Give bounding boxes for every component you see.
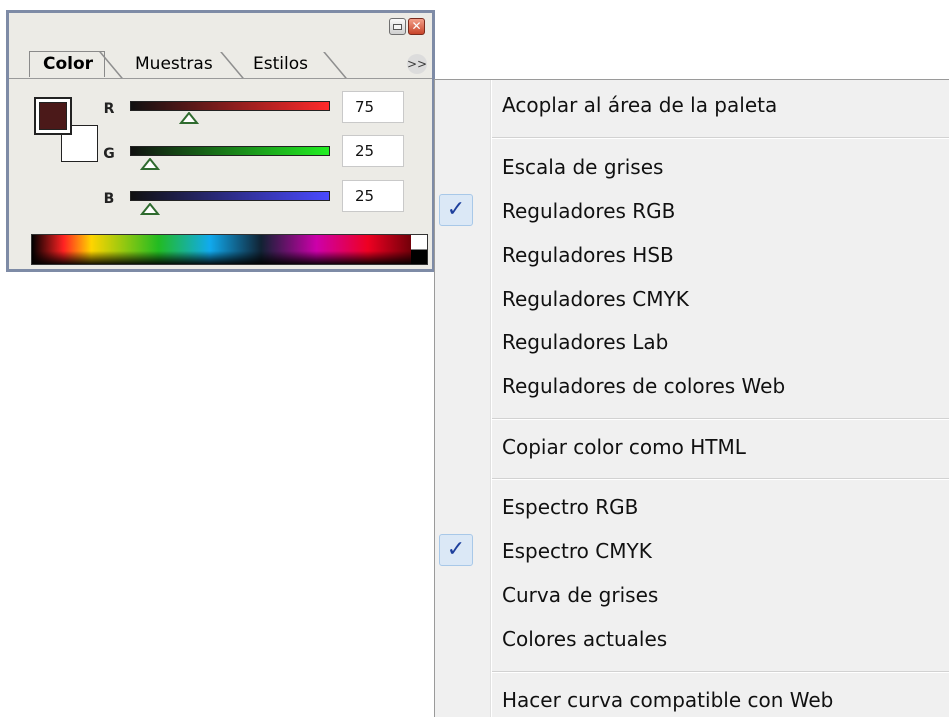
menu-item-label: Espectro CMYK bbox=[502, 539, 652, 563]
color-palette-window: ✕ Color Muestras Estilos >> R 75 G 25 B … bbox=[6, 10, 435, 272]
menu-item-colores-actuales[interactable]: Colores actuales bbox=[435, 619, 949, 659]
palette-options-menu: Acoplar al área de la paleta Escala de gr… bbox=[434, 79, 949, 717]
channel-label-r: R bbox=[103, 101, 115, 117]
double-chevron-right-icon[interactable]: >> bbox=[407, 54, 427, 74]
channel-b-value[interactable]: 25 bbox=[342, 180, 404, 212]
menu-item-label: Colores actuales bbox=[502, 627, 668, 651]
tab-divider bbox=[323, 52, 347, 78]
menu-separator bbox=[492, 671, 949, 673]
menu-separator bbox=[492, 137, 949, 139]
menu-item-copiar-html[interactable]: Copiar color como HTML bbox=[435, 427, 949, 467]
channel-r-value[interactable]: 75 bbox=[342, 91, 404, 123]
white-black-swatch[interactable] bbox=[411, 235, 427, 264]
menu-item-label: Escala de grises bbox=[502, 155, 664, 179]
tab-muestras[interactable]: Muestras bbox=[119, 52, 213, 76]
menu-item-label: Reguladores Lab bbox=[502, 330, 669, 354]
tab-color[interactable]: Color bbox=[29, 51, 105, 77]
menu-item-reguladores-web[interactable]: Reguladores de colores Web bbox=[435, 366, 949, 406]
menu-item-acoplar[interactable]: Acoplar al área de la paleta bbox=[435, 85, 949, 125]
menu-item-reguladores-rgb[interactable]: ✓ Reguladores RGB bbox=[435, 191, 949, 231]
channel-label-b: B bbox=[103, 191, 115, 207]
menu-item-label: Reguladores de colores Web bbox=[502, 374, 786, 398]
menu-item-label: Acoplar al área de la paleta bbox=[502, 93, 778, 117]
close-icon[interactable]: ✕ bbox=[408, 18, 425, 35]
menu-item-curva-grises[interactable]: Curva de grises bbox=[435, 575, 949, 615]
menu-item-label: Curva de grises bbox=[502, 583, 659, 607]
checkmark-icon: ✓ bbox=[439, 194, 473, 226]
slider-g-track[interactable] bbox=[130, 146, 330, 156]
color-spectrum-bar[interactable] bbox=[31, 234, 428, 265]
tab-estilos[interactable]: Estilos bbox=[239, 52, 308, 76]
menu-item-label: Copiar color como HTML bbox=[502, 435, 746, 459]
minimize-icon[interactable] bbox=[389, 18, 406, 35]
palette-tabs: Color Muestras Estilos >> bbox=[9, 46, 432, 79]
menu-item-label: Hacer curva compatible con Web bbox=[502, 688, 834, 712]
channel-label-g: G bbox=[103, 146, 115, 162]
foreground-color-swatch[interactable] bbox=[34, 97, 72, 135]
menu-item-label: Reguladores RGB bbox=[502, 199, 676, 223]
checkmark-icon: ✓ bbox=[439, 534, 473, 566]
menu-item-curva-compatible-web[interactable]: Hacer curva compatible con Web bbox=[435, 680, 949, 720]
menu-item-escala-grises[interactable]: Escala de grises bbox=[435, 147, 949, 187]
palette-titlebar[interactable]: ✕ bbox=[9, 13, 432, 43]
menu-item-label: Espectro RGB bbox=[502, 495, 639, 519]
menu-item-label: Reguladores CMYK bbox=[502, 287, 689, 311]
menu-item-espectro-cmyk[interactable]: ✓ Espectro CMYK bbox=[435, 531, 949, 571]
menu-separator bbox=[492, 478, 949, 480]
menu-item-espectro-rgb[interactable]: Espectro RGB bbox=[435, 487, 949, 527]
foreground-color-fill bbox=[39, 102, 67, 130]
slider-r-track[interactable] bbox=[130, 101, 330, 111]
menu-item-label: Reguladores HSB bbox=[502, 243, 674, 267]
slider-b-track[interactable] bbox=[130, 191, 330, 201]
menu-item-reguladores-lab[interactable]: Reguladores Lab bbox=[435, 322, 949, 362]
menu-item-reguladores-hsb[interactable]: Reguladores HSB bbox=[435, 235, 949, 275]
menu-item-reguladores-cmyk[interactable]: Reguladores CMYK bbox=[435, 279, 949, 319]
channel-g-value[interactable]: 25 bbox=[342, 135, 404, 167]
menu-separator bbox=[492, 418, 949, 420]
